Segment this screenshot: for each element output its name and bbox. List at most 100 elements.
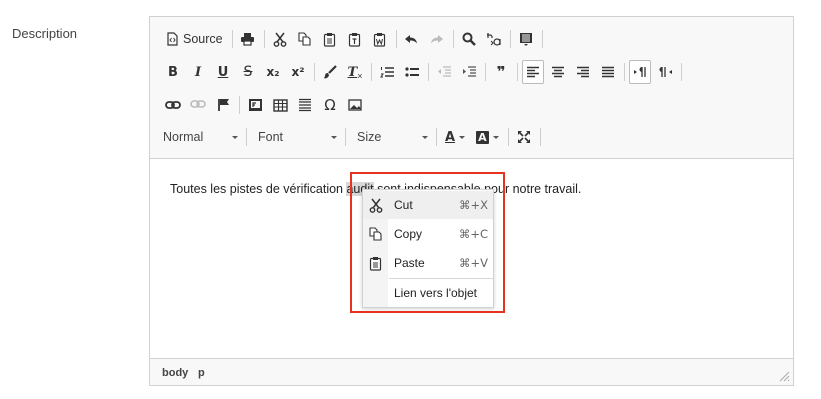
undo-icon <box>405 35 418 44</box>
blockquote-icon: ❞ <box>496 63 506 81</box>
paste-text-icon <box>349 32 361 47</box>
italic-icon: I <box>194 64 202 80</box>
underline-button[interactable]: U <box>212 60 234 84</box>
bold-icon: B <box>168 64 178 80</box>
undo-button[interactable] <box>401 27 423 51</box>
chevron-down-icon <box>331 135 337 139</box>
text-color-button[interactable]: A <box>441 125 469 149</box>
image-button[interactable] <box>344 93 366 117</box>
separator <box>263 30 265 48</box>
align-left-button[interactable] <box>522 60 544 84</box>
blockquote-button[interactable]: ❞ <box>490 60 512 84</box>
image-button-alt[interactable] <box>244 93 266 117</box>
toolbar-row-3: Ω <box>162 92 369 118</box>
paste-word-button[interactable] <box>369 27 391 51</box>
replace-button[interactable] <box>483 27 505 51</box>
size-combo-value: Size <box>357 130 382 144</box>
subscript-button[interactable]: x₂ <box>262 60 284 84</box>
paste-icon <box>324 32 336 47</box>
bg-color-button[interactable]: A <box>472 125 503 149</box>
align-center-button[interactable] <box>547 60 569 84</box>
superscript-icon: x² <box>291 65 305 79</box>
element-path-p[interactable]: p <box>198 367 205 379</box>
special-char-button[interactable]: Ω <box>319 93 341 117</box>
select-all-button[interactable] <box>515 27 537 51</box>
chevron-down-icon <box>232 135 238 139</box>
separator <box>452 30 454 48</box>
anchor-button[interactable] <box>212 93 234 117</box>
maximize-button[interactable] <box>513 125 535 149</box>
source-label: Source <box>183 32 223 46</box>
justify-button[interactable] <box>597 60 619 84</box>
unlink-button[interactable] <box>187 93 209 117</box>
separator <box>541 30 543 48</box>
maximize-icon <box>517 131 530 143</box>
bold-button[interactable]: B <box>162 60 184 84</box>
rtl-icon <box>659 67 672 77</box>
editor-footer: body p <box>150 358 793 385</box>
strikethrough-icon: S <box>243 64 253 80</box>
print-icon <box>241 33 255 46</box>
chevron-down-icon <box>492 135 499 139</box>
indent-button[interactable] <box>458 60 480 84</box>
copy-icon <box>298 32 311 46</box>
description-label: Description <box>12 26 78 41</box>
separator <box>624 63 625 81</box>
font-combo[interactable]: Font <box>251 125 343 149</box>
superscript-button[interactable]: x² <box>287 60 309 84</box>
separator <box>314 63 315 81</box>
highlight-annotation-box <box>350 172 505 313</box>
separator <box>681 63 682 81</box>
paste-text-button[interactable] <box>344 27 366 51</box>
toolbar-row-2: B I U S x₂ x² T × ❞ <box>162 59 686 85</box>
separator <box>539 128 541 146</box>
strikethrough-button[interactable]: S <box>237 60 259 84</box>
paste-word-icon <box>374 32 386 47</box>
unlink-icon <box>190 100 206 108</box>
link-icon <box>165 101 181 109</box>
resize-handle-icon[interactable] <box>779 371 790 382</box>
italic-button[interactable]: I <box>187 60 209 84</box>
text-color-icon: A <box>445 129 456 145</box>
image-icon <box>348 99 362 111</box>
horizontal-rule-icon <box>299 98 311 112</box>
paste-button[interactable] <box>319 27 341 51</box>
format-combo-value: Normal <box>163 130 204 144</box>
remove-format-button[interactable]: T × <box>344 60 366 84</box>
element-path-body[interactable]: body <box>162 367 188 379</box>
source-button[interactable]: Source <box>162 27 227 51</box>
source-icon <box>167 32 178 46</box>
separator <box>395 30 397 48</box>
table-button[interactable] <box>269 93 291 117</box>
separator <box>436 128 437 146</box>
link-button[interactable] <box>162 93 184 117</box>
outdent-button[interactable] <box>433 60 455 84</box>
horizontal-rule-button[interactable] <box>294 93 316 117</box>
align-right-button[interactable] <box>572 60 594 84</box>
select-all-icon <box>519 32 532 46</box>
indent-icon <box>462 65 476 77</box>
ltr-icon <box>633 67 646 77</box>
align-center-icon <box>552 66 564 78</box>
bulleted-list-button[interactable] <box>401 60 423 84</box>
size-combo[interactable]: Size <box>350 125 434 149</box>
format-combo[interactable]: Normal <box>156 125 244 149</box>
separator <box>371 63 372 81</box>
numbered-list-button[interactable] <box>376 60 398 84</box>
copy-button[interactable] <box>294 27 316 51</box>
print-button[interactable] <box>237 27 259 51</box>
omega-icon: Ω <box>324 96 336 114</box>
cut-button[interactable] <box>269 27 291 51</box>
separator <box>485 63 486 81</box>
flag-icon <box>217 99 229 111</box>
separator <box>231 30 233 48</box>
outdent-icon <box>437 65 451 77</box>
rtl-button[interactable] <box>654 60 676 84</box>
subscript-icon: x₂ <box>266 65 280 79</box>
ltr-button[interactable] <box>629 60 651 84</box>
scissors-icon <box>273 32 287 47</box>
bg-color-icon: A <box>476 130 489 144</box>
copy-formatting-button[interactable] <box>319 60 341 84</box>
find-button[interactable] <box>458 27 480 51</box>
redo-button[interactable] <box>426 27 448 51</box>
